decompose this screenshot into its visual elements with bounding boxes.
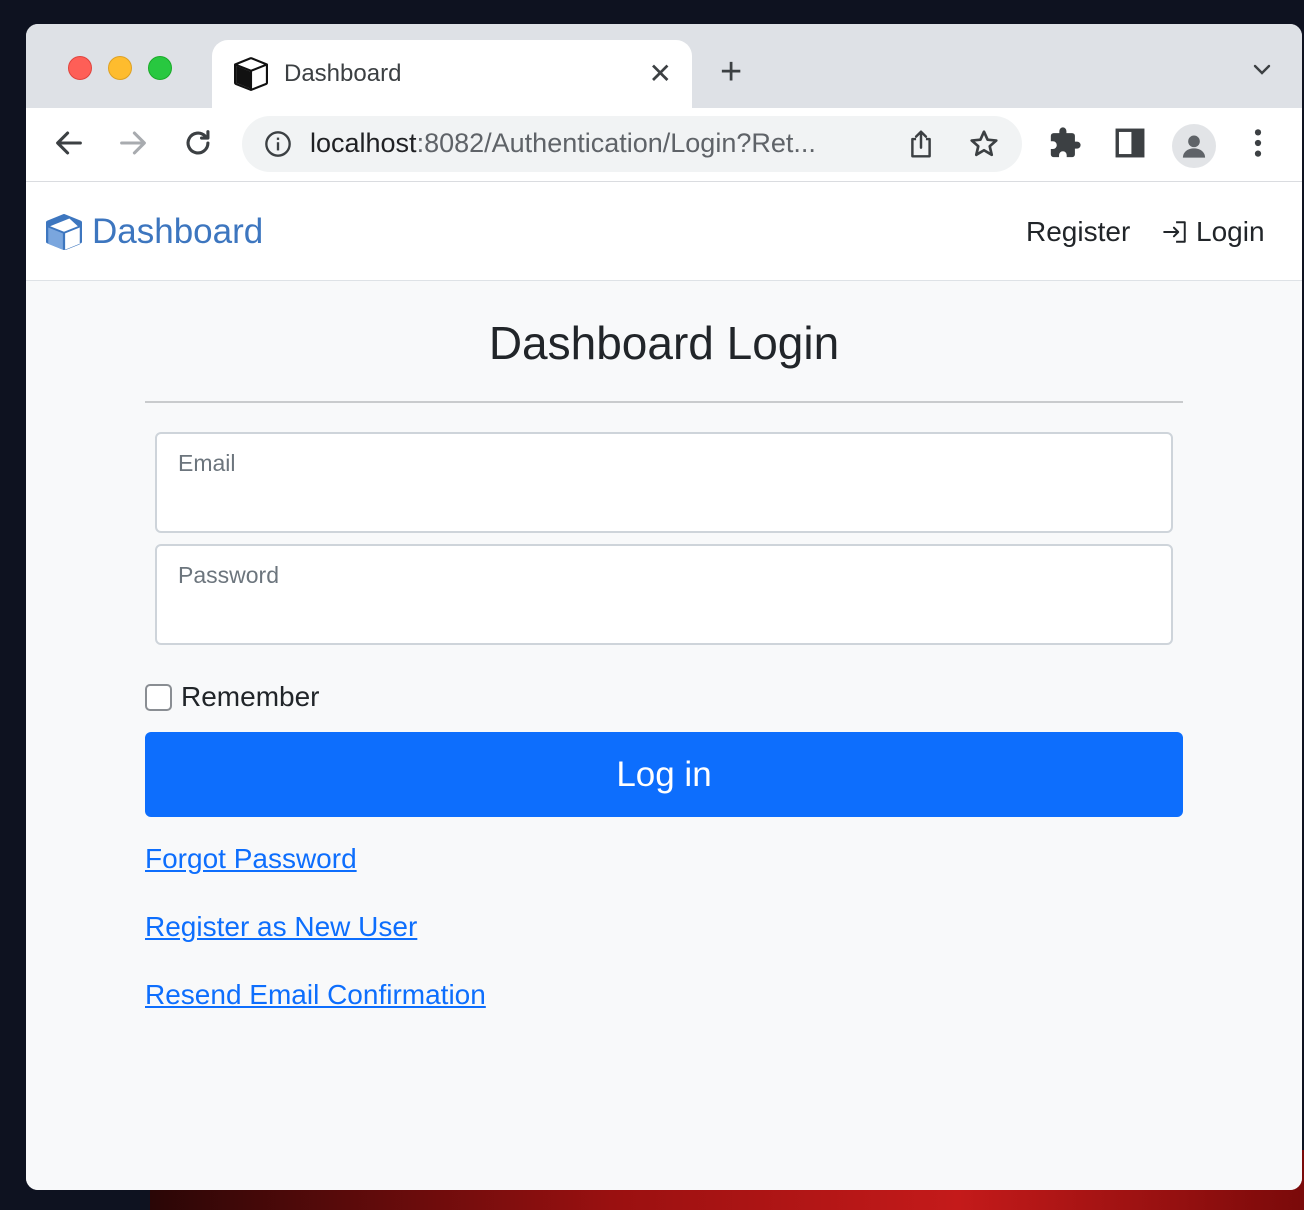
url-path: :8082/Authentication/Login?Ret...	[416, 128, 816, 158]
reload-icon[interactable]	[181, 126, 215, 160]
profile-avatar[interactable]	[1172, 124, 1216, 168]
remember-checkbox[interactable]	[145, 683, 172, 711]
extensions-puzzle-icon[interactable]	[1048, 126, 1082, 160]
remember-label[interactable]: Remember	[181, 681, 319, 713]
browser-window: Dashboard ✕ + localhost:8082/Authenticat…	[26, 24, 1302, 1190]
info-icon[interactable]	[264, 130, 292, 158]
browser-tab[interactable]: Dashboard ✕	[212, 40, 692, 108]
maximize-window-button[interactable]	[148, 56, 172, 80]
kebab-menu-icon[interactable]	[1241, 126, 1275, 160]
tab-title: Dashboard	[284, 60, 402, 87]
package-icon	[46, 214, 82, 250]
close-window-button[interactable]	[68, 56, 92, 80]
forward-arrow-icon[interactable]	[116, 126, 150, 160]
share-icon[interactable]	[906, 128, 936, 160]
sign-in-icon	[1163, 221, 1186, 243]
page-title: Dashboard Login	[488, 317, 840, 369]
bookmark-star-icon[interactable]	[968, 128, 1000, 160]
nav-register-link[interactable]: Register	[1026, 216, 1130, 248]
email-field[interactable]: Email	[155, 432, 1173, 533]
back-arrow-icon[interactable]	[52, 126, 86, 160]
address-bar[interactable]: localhost:8082/Authentication/Login?Ret.…	[242, 116, 1022, 172]
url-text[interactable]: localhost:8082/Authentication/Login?Ret.…	[310, 128, 880, 159]
person-icon	[1182, 135, 1206, 158]
remember-row: Remember	[145, 681, 1183, 713]
password-label: Password	[178, 562, 279, 588]
site-navbar: Dashboard Register Login	[26, 182, 1302, 281]
page-content: Dashboard Register Login Dashboard Login…	[26, 182, 1302, 1190]
browser-toolbar: localhost:8082/Authentication/Login?Ret.…	[26, 108, 1302, 182]
url-host: localhost	[310, 128, 417, 158]
tab-strip: Dashboard ✕ +	[26, 24, 1302, 108]
nav-login-label: Login	[1196, 216, 1265, 247]
new-tab-button[interactable]: +	[720, 52, 742, 92]
login-button[interactable]: Log in	[145, 732, 1183, 817]
forgot-password-link[interactable]: Forgot Password	[145, 843, 357, 875]
title-divider	[145, 401, 1183, 403]
brand-label: Dashboard	[92, 212, 264, 251]
brand-link[interactable]: Dashboard	[46, 212, 263, 252]
resend-confirmation-link[interactable]: Resend Email Confirmation	[145, 979, 486, 1011]
chevron-down-icon[interactable]	[1252, 60, 1272, 80]
email-input[interactable]	[178, 484, 1150, 520]
package-icon	[234, 57, 268, 91]
side-panel-icon[interactable]	[1113, 126, 1147, 160]
login-container: Dashboard Login Email Password Remember …	[145, 282, 1183, 1011]
minimize-window-button[interactable]	[108, 56, 132, 80]
auth-links: Forgot Password Register as New User Res…	[145, 843, 1183, 1011]
email-label: Email	[178, 450, 236, 476]
password-field[interactable]: Password	[155, 544, 1173, 645]
nav-login-link[interactable]: Login	[1162, 216, 1265, 248]
register-new-user-link[interactable]: Register as New User	[145, 911, 417, 943]
password-input[interactable]	[178, 596, 1150, 632]
close-tab-icon[interactable]: ✕	[649, 60, 672, 88]
